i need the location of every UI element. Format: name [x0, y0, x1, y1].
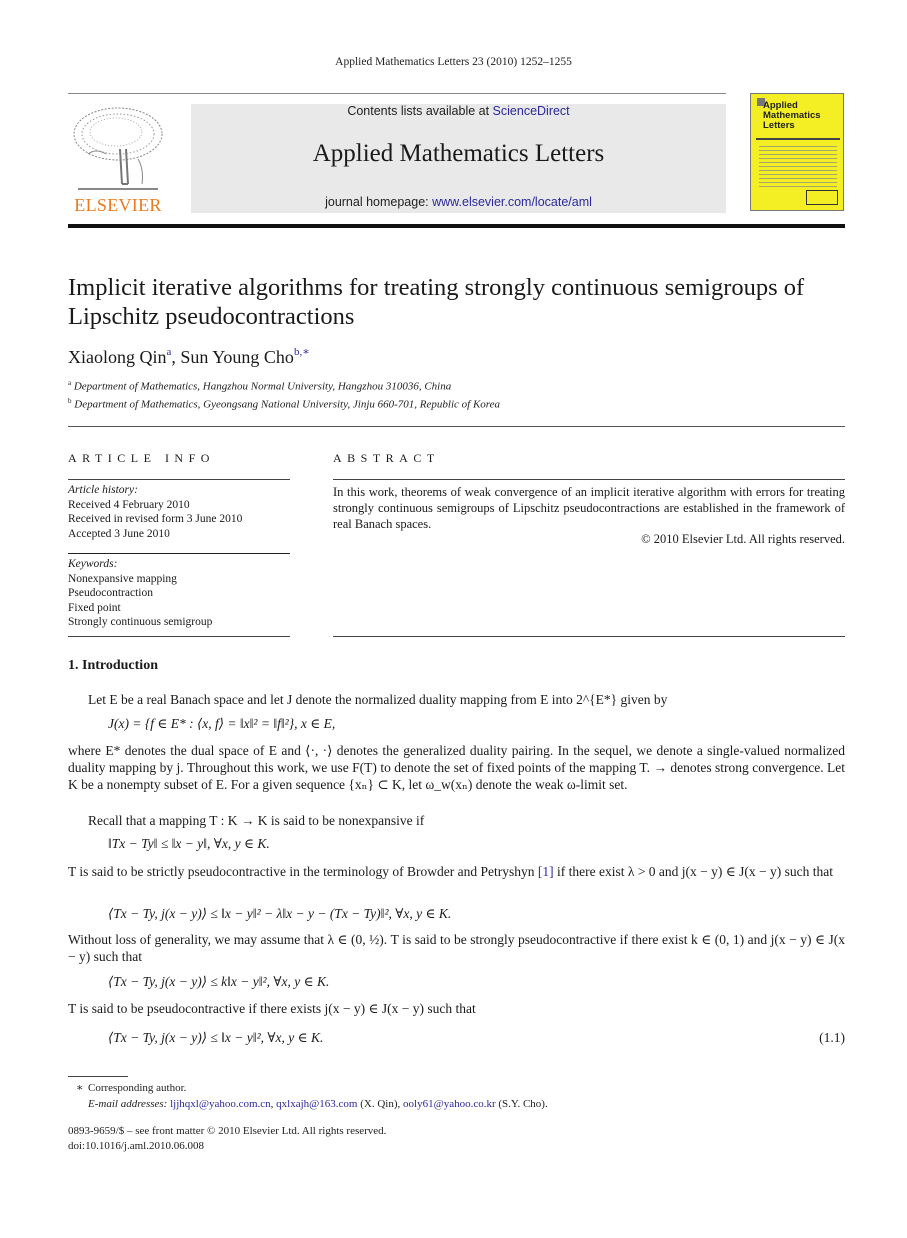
email-suffix: (S.Y. Cho). — [495, 1098, 548, 1110]
citation-link[interactable]: [1] — [538, 864, 554, 879]
email-addresses: E-mail addresses: ljjhqxl@yahoo.com.cn, … — [88, 1098, 548, 1110]
keyword: Pseudocontraction — [68, 587, 153, 599]
contents-line: Contents lists available at ScienceDirec… — [191, 104, 726, 118]
homepage-prefix: journal homepage: — [325, 195, 433, 209]
email-label: E-mail addresses: — [88, 1098, 168, 1110]
running-head: Applied Mathematics Letters 23 (2010) 12… — [335, 56, 572, 68]
divider — [68, 636, 290, 637]
section-heading-introduction: 1. Introduction — [68, 658, 158, 673]
journal-homepage-link[interactable]: www.elsevier.com/locate/aml — [432, 195, 592, 209]
front-matter-notice: 0893-9659/$ – see front matter © 2010 El… — [68, 1125, 387, 1137]
body-paragraph: Let E be a real Banach space and let J d… — [88, 692, 668, 707]
body-paragraph: T is said to be strictly pseudocontracti… — [68, 863, 845, 880]
abstract-copyright: © 2010 Elsevier Ltd. All rights reserved… — [641, 532, 845, 546]
affiliation-mark: b — [68, 397, 72, 405]
divider — [68, 479, 290, 480]
corresponding-author-note: Corresponding author. — [88, 1082, 187, 1094]
affiliation: b Department of Mathematics, Gyeongsang … — [68, 397, 500, 411]
equation-strongly-pseudocontractive: ⟨Tx − Ty, j(x − y)⟩ ≤ k‖x − y‖², ∀x, y ∈… — [108, 974, 330, 989]
cover-editorial-board — [759, 146, 837, 190]
homepage-line: journal homepage: www.elsevier.com/locat… — [191, 195, 726, 209]
keyword: Nonexpansive mapping — [68, 572, 177, 585]
affiliation-text: Department of Mathematics, Hangzhou Norm… — [73, 380, 452, 393]
footnote-star-icon: ∗ — [76, 1082, 84, 1094]
elsevier-wordmark: ELSEVIER — [74, 195, 162, 215]
email-link[interactable]: ljjhqxl@yahoo.com.cn — [170, 1098, 271, 1110]
author-name: Sun Young Cho — [180, 347, 294, 367]
journal-cover-image: Applied Mathematics Letters — [750, 93, 844, 211]
history-label: Article history: — [68, 484, 138, 496]
equation-pseudocontractive: ⟨Tx − Ty, j(x − y)⟩ ≤ ‖x − y‖², ∀x, y ∈ … — [108, 1030, 324, 1045]
masthead-top-rule — [68, 93, 726, 94]
abstract-heading: ABSTRACT — [333, 451, 440, 465]
equation-number: (1.1) — [819, 1030, 845, 1045]
keyword: Fixed point — [68, 601, 121, 614]
body-paragraph: where E* denotes the dual space of E and… — [68, 743, 845, 792]
abstract-text: In this work, theorems of weak convergen… — [333, 485, 845, 531]
paragraph-text: if there exist λ > 0 and j(x − y) ∈ J(x … — [553, 864, 833, 879]
keywords-label: Keywords: — [68, 558, 118, 570]
affiliation-text: Department of Mathematics, Gyeongsang Na… — [74, 398, 501, 411]
cover-badge — [806, 190, 838, 205]
history-item: Received 4 February 2010 — [68, 498, 190, 511]
body-paragraph: Without loss of generality, we may assum… — [68, 932, 845, 964]
keywords: Keywords: Nonexpansive mapping Pseudocon… — [68, 557, 212, 630]
email-link[interactable]: ooly61@yahoo.co.kr — [403, 1098, 496, 1110]
divider — [68, 553, 290, 554]
body-paragraph: Recall that a mapping T : K → K is said … — [88, 813, 425, 828]
divider — [333, 479, 845, 480]
author-affiliation-mark[interactable]: b,∗ — [294, 346, 310, 358]
doi-link[interactable]: doi:10.1016/j.aml.2010.06.008 — [68, 1140, 204, 1152]
body-paragraph: T is said to be pseudocontractive if the… — [68, 1001, 476, 1016]
author-name: Xiaolong Qin — [68, 347, 167, 367]
footnote-rule — [68, 1076, 128, 1077]
history-item: Accepted 3 June 2010 — [68, 527, 170, 540]
sciencedirect-link[interactable]: ScienceDirect — [493, 104, 570, 118]
paragraph-text: T is said to be strictly pseudocontracti… — [68, 864, 538, 879]
keyword: Strongly continuous semigroup — [68, 616, 213, 628]
cover-band — [756, 138, 840, 140]
article-info-heading: ARTICLE INFO — [68, 451, 215, 465]
article-history: Article history: Received 4 February 201… — [68, 483, 242, 541]
equation-nonexpansive: ‖Tx − Ty‖ ≤ ‖x − y‖, ∀x, y ∈ K. — [108, 836, 270, 851]
cover-title: Applied Mathematics Letters — [763, 101, 821, 131]
author-list: Xiaolong Qina, Sun Young Chob,∗ — [68, 345, 310, 368]
contents-prefix: Contents lists available at — [347, 104, 493, 118]
masthead-bottom-rule — [68, 224, 845, 228]
affiliation: a Department of Mathematics, Hangzhou No… — [68, 379, 451, 393]
paper-title: Implicit iterative algorithms for treati… — [68, 274, 805, 330]
divider — [68, 426, 845, 427]
email-link[interactable]: qxlxajh@163.com — [276, 1098, 357, 1110]
journal-title: Applied Mathematics Letters — [312, 140, 605, 167]
divider — [333, 636, 845, 637]
affiliation-mark: a — [68, 379, 72, 387]
email-suffix: (X. Qin), — [357, 1098, 404, 1110]
history-item: Received in revised form 3 June 2010 — [68, 513, 243, 525]
equation-strictly-pseudocontractive: ⟨Tx − Ty, j(x − y)⟩ ≤ ‖x − y‖² − λ‖x − y… — [108, 906, 452, 921]
equation-duality-mapping: J(x) = {f ∈ E* : ⟨x, f⟩ = ‖x‖² = ‖f‖²}, … — [108, 716, 336, 731]
cover-title-line: Letters — [763, 120, 795, 131]
